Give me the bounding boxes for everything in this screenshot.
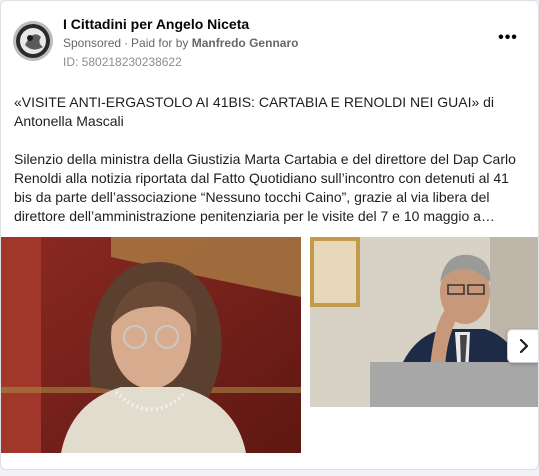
- post-header: I Cittadini per Angelo Niceta Sponsored ·…: [13, 13, 528, 73]
- post-headline: «VISITE ANTI-ERGASTOLO AI 41BIS: CARTABI…: [14, 94, 495, 129]
- page-name[interactable]: I Cittadini per Angelo Niceta: [63, 16, 249, 32]
- page-avatar[interactable]: [13, 21, 53, 61]
- sponsored-label: Sponsored: [63, 36, 122, 50]
- carousel-image-2[interactable]: [310, 237, 538, 407]
- payer-name[interactable]: Manfredo Gennaro: [192, 36, 299, 50]
- portrait-man-image: [310, 237, 538, 407]
- more-horizontal-icon: •••: [498, 29, 518, 46]
- paid-for-label: Paid for by: [131, 36, 189, 50]
- chevron-right-icon: [519, 339, 529, 353]
- more-options-button[interactable]: •••: [496, 29, 520, 47]
- portrait-woman-image: [1, 237, 301, 453]
- avatar-image: [13, 21, 53, 61]
- meta-separator: ·: [124, 36, 129, 50]
- sponsored-meta: Sponsored · Paid for by Manfredo Gennaro: [63, 36, 298, 50]
- carousel-image-1[interactable]: [1, 237, 301, 453]
- carousel-next-button[interactable]: [507, 329, 538, 363]
- image-carousel: [1, 237, 538, 453]
- ad-post-card: I Cittadini per Angelo Niceta Sponsored ·…: [0, 0, 539, 470]
- post-body: Silenzio della ministra della Giustizia …: [14, 151, 516, 224]
- ad-id: ID: 580218230238622: [63, 55, 182, 69]
- post-text: «VISITE ANTI-ERGASTOLO AI 41BIS: CARTABI…: [14, 93, 529, 245]
